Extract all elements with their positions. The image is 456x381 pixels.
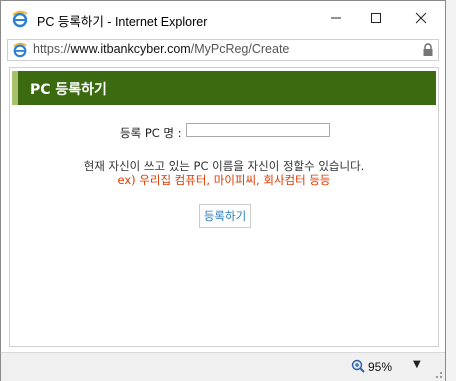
- zoom-level[interactable]: 95%: [368, 360, 392, 374]
- zoom-dropdown-icon[interactable]: ▼: [413, 359, 421, 370]
- minimize-icon: [331, 17, 341, 19]
- address-bar[interactable]: https://www.itbankcyber.com/MyPcReg/Crea…: [7, 39, 439, 61]
- lock-icon[interactable]: [422, 43, 434, 57]
- url-path: /MyPcReg/Create: [190, 42, 290, 56]
- window-title: PC 등록하기 - Internet Explorer: [37, 15, 208, 29]
- title-bar[interactable]: PC 등록하기 - Internet Explorer: [1, 1, 445, 37]
- minimize-button[interactable]: [314, 1, 358, 37]
- close-button[interactable]: [399, 1, 443, 37]
- register-button[interactable]: 등록하기: [199, 204, 251, 228]
- page-content: PC 등록하기 등록 PC 명 : 현재 자신이 쓰고 있는 PC 이름을 자신…: [9, 67, 439, 347]
- ie-icon: [12, 10, 28, 28]
- pc-name-label: 등록 PC 명 :: [120, 126, 182, 140]
- url-host: www.itbankcyber.com: [70, 42, 191, 56]
- form-header: PC 등록하기: [12, 71, 436, 105]
- example-text: ex) 우리집 컴퓨터, 마이피씨, 회사컴터 등등: [117, 173, 331, 187]
- url-text[interactable]: https://www.itbankcyber.com/MyPcReg/Crea…: [33, 42, 289, 56]
- maximize-button[interactable]: [354, 1, 398, 37]
- pc-name-input[interactable]: [186, 123, 330, 137]
- popup-window: PC 등록하기 - Internet Explorer https://www.…: [0, 0, 446, 381]
- ie-icon: [13, 42, 27, 58]
- resize-grip-icon[interactable]: [431, 367, 443, 379]
- url-scheme: https://: [33, 42, 71, 56]
- background-page-right: [446, 0, 456, 381]
- maximize-icon: [371, 13, 381, 23]
- status-bar: 95% ▼: [1, 352, 445, 381]
- close-icon: [415, 12, 427, 24]
- zoom-icon[interactable]: [351, 359, 365, 373]
- page-title: PC 등록하기: [30, 82, 107, 98]
